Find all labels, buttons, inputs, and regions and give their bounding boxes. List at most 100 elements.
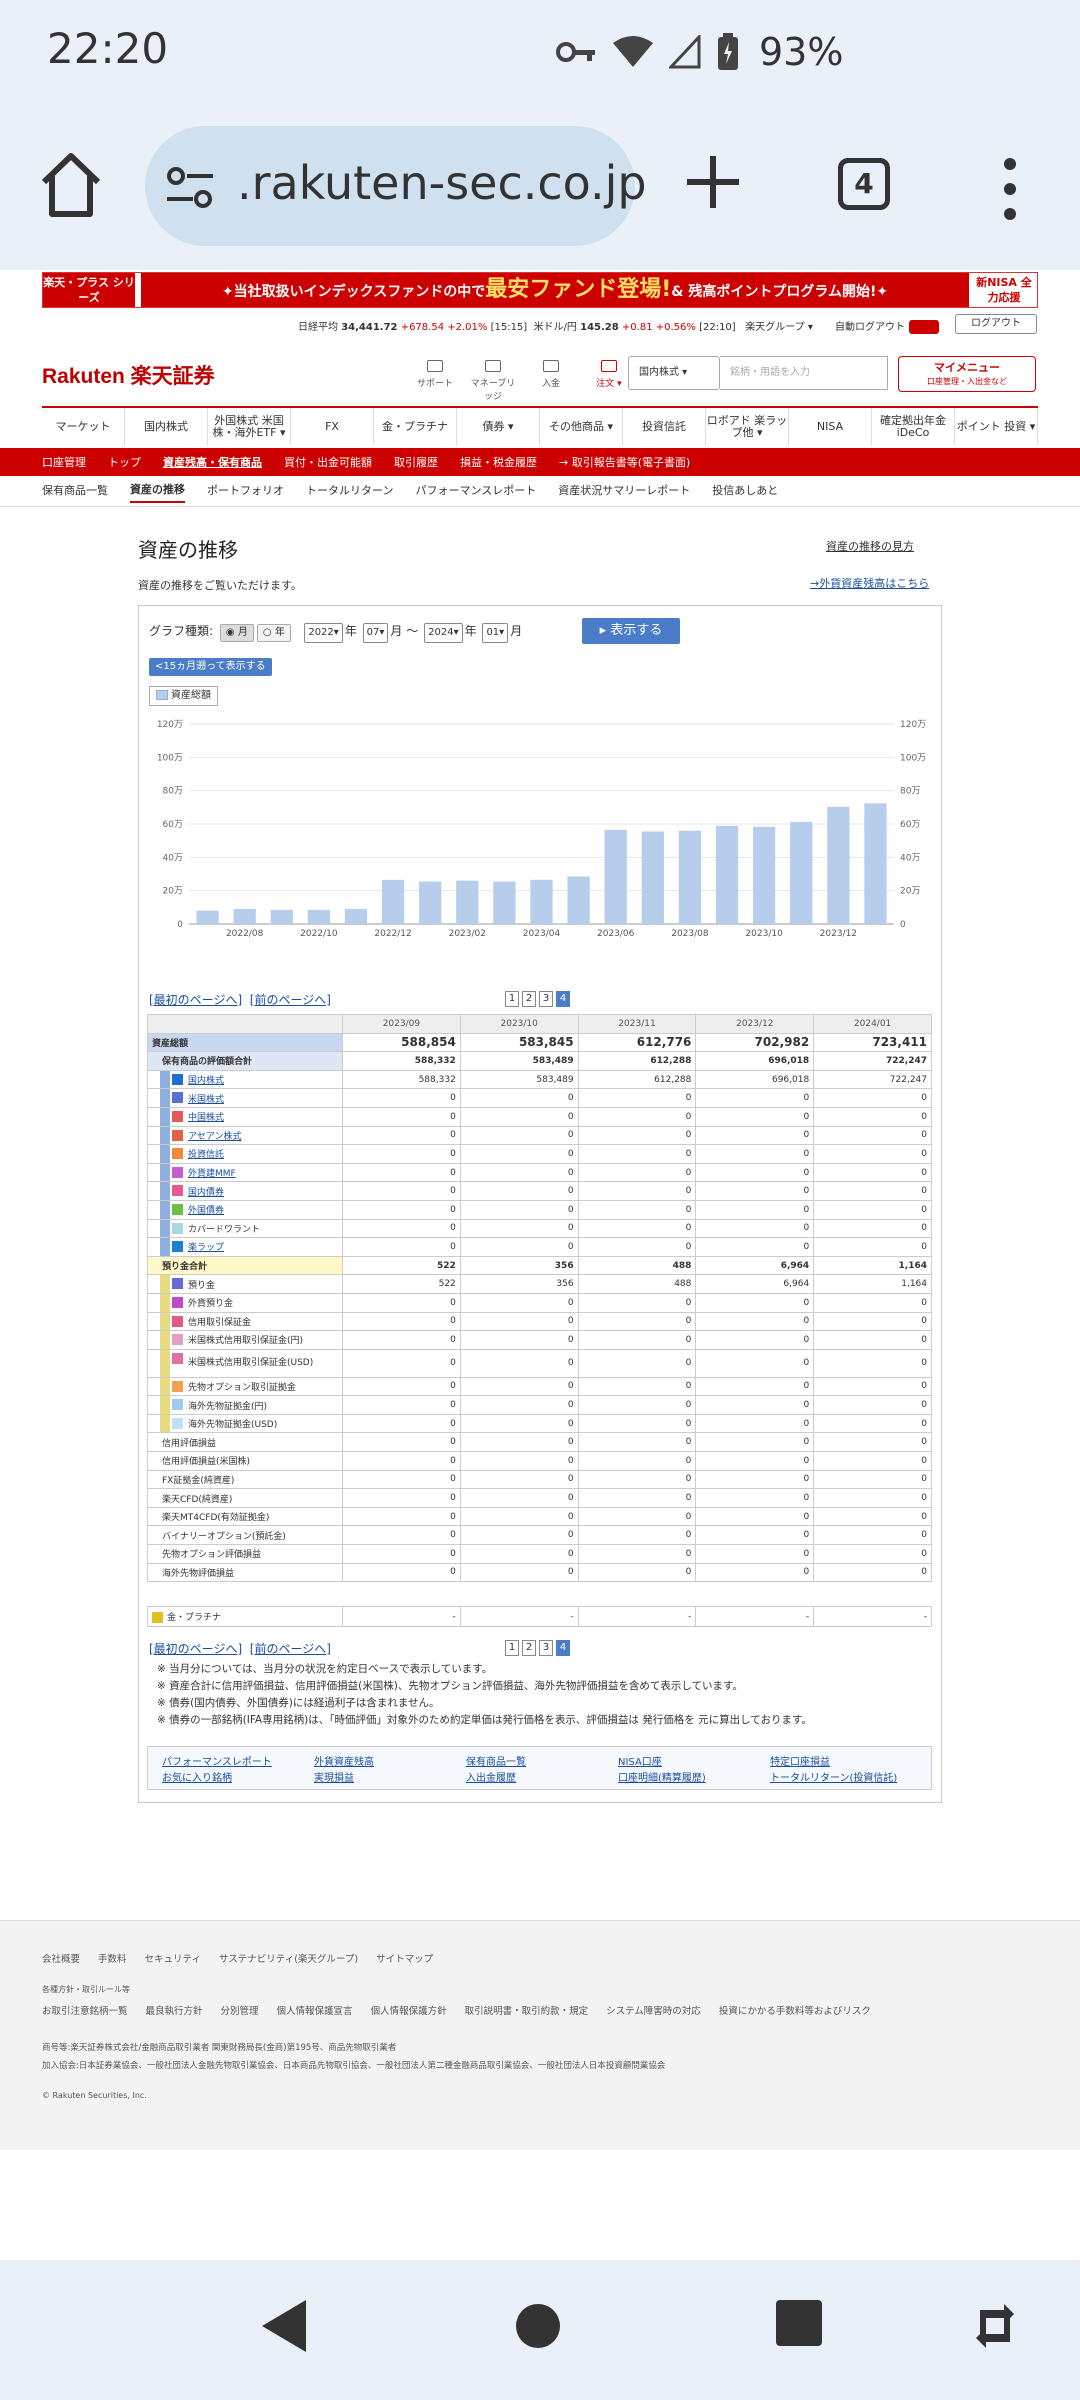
sub-nav-item[interactable]: 資産の推移 — [130, 481, 185, 503]
footer-link[interactable]: 個人情報保護宣言 — [277, 2003, 353, 2017]
related-link[interactable]: 保有商品一覧 — [466, 1753, 526, 1768]
foreign-assets-link[interactable]: →外貨資産残高はこちら — [810, 575, 929, 591]
related-link[interactable]: 口座明細(精算履歴) — [618, 1769, 706, 1784]
howto-link[interactable]: 資産の推移の見方 — [826, 538, 914, 554]
page-number[interactable]: 1 — [505, 991, 519, 1007]
row-label-link[interactable]: 中国株式 — [188, 1113, 224, 1123]
global-nav-item[interactable]: マーケット — [42, 408, 125, 446]
recents-icon[interactable] — [772, 2296, 828, 2352]
prev-page-link[interactable]: [前のページへ] — [250, 993, 331, 1007]
footer-link[interactable]: 投資にかかる手数料等およびリスク — [719, 2003, 871, 2017]
sub-nav-item[interactable]: トータルリターン — [306, 482, 393, 502]
global-nav-item[interactable]: 金・プラチナ — [374, 408, 457, 446]
global-nav-item[interactable]: ポイント 投資 ▾ — [955, 408, 1038, 446]
to-month-select[interactable]: 01▾ — [482, 623, 509, 643]
more-options-icon[interactable] — [990, 154, 1030, 224]
global-nav-item[interactable]: その他商品 ▾ — [540, 408, 623, 446]
sub-nav-item[interactable]: ポートフォリオ — [207, 482, 284, 502]
home-nav-icon[interactable] — [508, 2296, 568, 2356]
footer-link[interactable]: サイトマップ — [376, 1951, 433, 1965]
new-tab-icon[interactable] — [683, 152, 743, 212]
rakuten-logo[interactable]: Rakuten 楽天証券 — [42, 360, 215, 390]
page-number[interactable]: 4 — [556, 1640, 570, 1656]
logout-button[interactable]: ログアウト — [955, 314, 1037, 334]
deposit-link[interactable]: 入金 — [528, 360, 574, 402]
footer-link[interactable]: 手数料 — [98, 1951, 127, 1965]
sub-nav-item[interactable]: パフォーマンスレポート — [415, 482, 536, 502]
row-label-link[interactable]: 楽ラップ — [188, 1243, 224, 1253]
account-nav-item[interactable]: 損益・税金履歴 — [460, 454, 537, 470]
global-nav-item[interactable]: 投資信託 — [623, 408, 706, 446]
site-settings-icon[interactable] — [165, 166, 215, 210]
search-input[interactable]: 銘柄・用語を入力 — [720, 356, 888, 390]
row-label-link[interactable]: 国内株式 — [188, 1076, 224, 1086]
row-label-link[interactable]: 投資信託 — [188, 1150, 224, 1160]
prev-page-link[interactable]: [前のページへ] — [250, 1642, 331, 1656]
order-menu[interactable]: 注文 ▾ — [586, 360, 632, 402]
first-page-link[interactable]: [最初のページへ] — [149, 1642, 242, 1656]
footer-link[interactable]: 最良執行方針 — [146, 2003, 203, 2017]
account-nav-item[interactable]: 取引履歴 — [394, 454, 438, 470]
first-page-link[interactable]: [最初のページへ] — [149, 993, 242, 1007]
footer-link[interactable]: 個人情報保護方針 — [371, 2003, 447, 2017]
page-number[interactable]: 3 — [539, 1640, 553, 1656]
back-icon[interactable] — [256, 2296, 312, 2356]
row-label-link[interactable]: 外国債券 — [188, 1206, 224, 1216]
sub-nav-item[interactable]: 投信あしあと — [712, 482, 778, 502]
page-number[interactable]: 4 — [556, 991, 570, 1007]
row-label-link[interactable]: 米国株式 — [188, 1095, 224, 1105]
account-nav-item[interactable]: → 取引報告書等(電子書面) — [559, 454, 690, 470]
related-link[interactable]: パフォーマンスレポート — [162, 1753, 272, 1768]
my-menu-button[interactable]: マイメニュー 口座管理・入出金など — [898, 356, 1036, 392]
search-kind-select[interactable]: 国内株式 ▾ — [628, 356, 720, 390]
radio-year[interactable]: ○ 年 — [256, 624, 291, 642]
page-number[interactable]: 2 — [522, 991, 536, 1007]
global-nav-item[interactable]: 確定拠出年金 iDeCo — [872, 408, 955, 446]
footer-link[interactable]: 分別管理 — [221, 2003, 259, 2017]
account-nav-item[interactable]: 資産残高・保有商品 — [163, 454, 262, 470]
from-month-select[interactable]: 07▾ — [362, 623, 389, 643]
global-nav-item[interactable]: 国内株式 — [125, 408, 208, 446]
related-link[interactable]: 実現損益 — [314, 1769, 354, 1784]
page-number[interactable]: 3 — [539, 991, 553, 1007]
footer-link[interactable]: システム障害時の対応 — [606, 2003, 701, 2017]
home-icon[interactable] — [38, 150, 104, 220]
account-nav-item[interactable]: トップ — [108, 454, 141, 470]
global-nav-item[interactable]: FX — [291, 408, 374, 446]
address-bar[interactable]: .rakuten-sec.co.jp — [145, 126, 647, 246]
tab-switcher-button[interactable]: 4 — [838, 158, 890, 210]
account-nav-item[interactable]: 買付・出金可能額 — [284, 454, 372, 470]
money-bridge-link[interactable]: マネーブリッジ — [470, 360, 516, 402]
to-year-select[interactable]: 2024▾ — [424, 623, 463, 643]
row-label-link[interactable]: 国内債券 — [188, 1188, 224, 1198]
rotate-icon[interactable] — [972, 2296, 1018, 2356]
footer-link[interactable]: お取引注意銘柄一覧 — [42, 2003, 128, 2017]
auto-logout-toggle[interactable] — [909, 320, 939, 334]
from-year-select[interactable]: 2022▾ — [304, 623, 343, 643]
related-link[interactable]: 外貨資産残高 — [314, 1753, 374, 1768]
related-link[interactable]: 入出金履歴 — [466, 1769, 516, 1784]
global-nav-item[interactable]: NISA — [789, 408, 872, 446]
sub-nav-item[interactable]: 資産状況サマリーレポート — [558, 482, 690, 502]
related-link[interactable]: トータルリターン(投資信託) — [770, 1769, 897, 1784]
footer-link[interactable]: セキュリティ — [145, 1951, 201, 1965]
radio-month[interactable]: ◉ 月 — [219, 624, 254, 642]
footer-link[interactable]: 取引説明書・取引約款・規定 — [465, 2003, 589, 2017]
related-link[interactable]: 特定口座損益 — [770, 1753, 830, 1768]
rakuten-group-menu[interactable]: 楽天グループ ▾ — [745, 322, 813, 333]
page-number[interactable]: 1 — [505, 1640, 519, 1656]
footer-link[interactable]: 会社概要 — [42, 1951, 80, 1965]
global-nav-item[interactable]: 債券 ▾ — [457, 408, 540, 446]
global-nav-item[interactable]: 外国株式 米国株・海外ETF ▾ — [208, 408, 291, 446]
support-link[interactable]: サポート — [412, 360, 458, 402]
related-link[interactable]: NISA口座 — [618, 1753, 662, 1768]
back-15-months-button[interactable]: <15ヵ月遡って表示する — [149, 658, 272, 676]
show-button[interactable]: ▸ 表示する — [582, 618, 680, 644]
global-nav-item[interactable]: ロボアド 楽ラップ他 ▾ — [706, 408, 789, 446]
row-label-link[interactable]: 外貨建MMF — [188, 1169, 236, 1179]
sub-nav-item[interactable]: 保有商品一覧 — [42, 482, 108, 502]
page-number[interactable]: 2 — [522, 1640, 536, 1656]
row-label-link[interactable]: アセアン株式 — [188, 1132, 241, 1142]
related-link[interactable]: お気に入り銘柄 — [162, 1769, 232, 1784]
promo-banner[interactable]: 楽天・プラス シリーズ ✦当社取扱いインデックスファンドの中で最安ファンド登場!… — [42, 272, 1038, 308]
